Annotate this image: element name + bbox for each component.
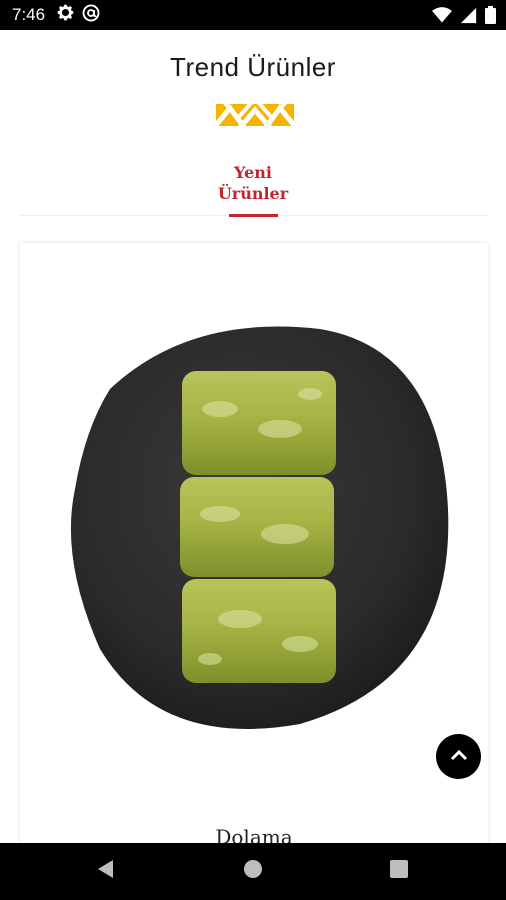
tab-yeni-urunler[interactable]: Yeni Ürünler bbox=[204, 162, 302, 204]
signal-icon bbox=[460, 7, 477, 29]
chevron-up-icon bbox=[450, 748, 468, 766]
recents-icon bbox=[390, 860, 408, 883]
page-title: Trend Ürünler bbox=[170, 52, 336, 82]
status-time: 7:46 bbox=[12, 5, 46, 24]
tab-label: Yeni Ürünler bbox=[217, 163, 289, 203]
battery-icon bbox=[485, 6, 496, 29]
product-card[interactable]: Dolama bbox=[20, 243, 488, 863]
scroll-top-button[interactable] bbox=[436, 734, 481, 779]
at-sign-icon bbox=[82, 4, 100, 27]
home-button[interactable] bbox=[231, 843, 275, 900]
navigation-bar bbox=[0, 843, 506, 900]
back-icon bbox=[97, 859, 115, 884]
gear-icon bbox=[57, 4, 74, 26]
status-bar: 7:46 bbox=[0, 0, 506, 30]
home-icon bbox=[243, 859, 263, 884]
back-button[interactable] bbox=[84, 843, 128, 900]
recents-button[interactable] bbox=[377, 843, 421, 900]
brand-ornament-icon bbox=[210, 100, 300, 132]
tab-indicator bbox=[229, 214, 278, 217]
wifi-icon bbox=[432, 6, 452, 29]
product-image[interactable] bbox=[70, 319, 450, 744]
